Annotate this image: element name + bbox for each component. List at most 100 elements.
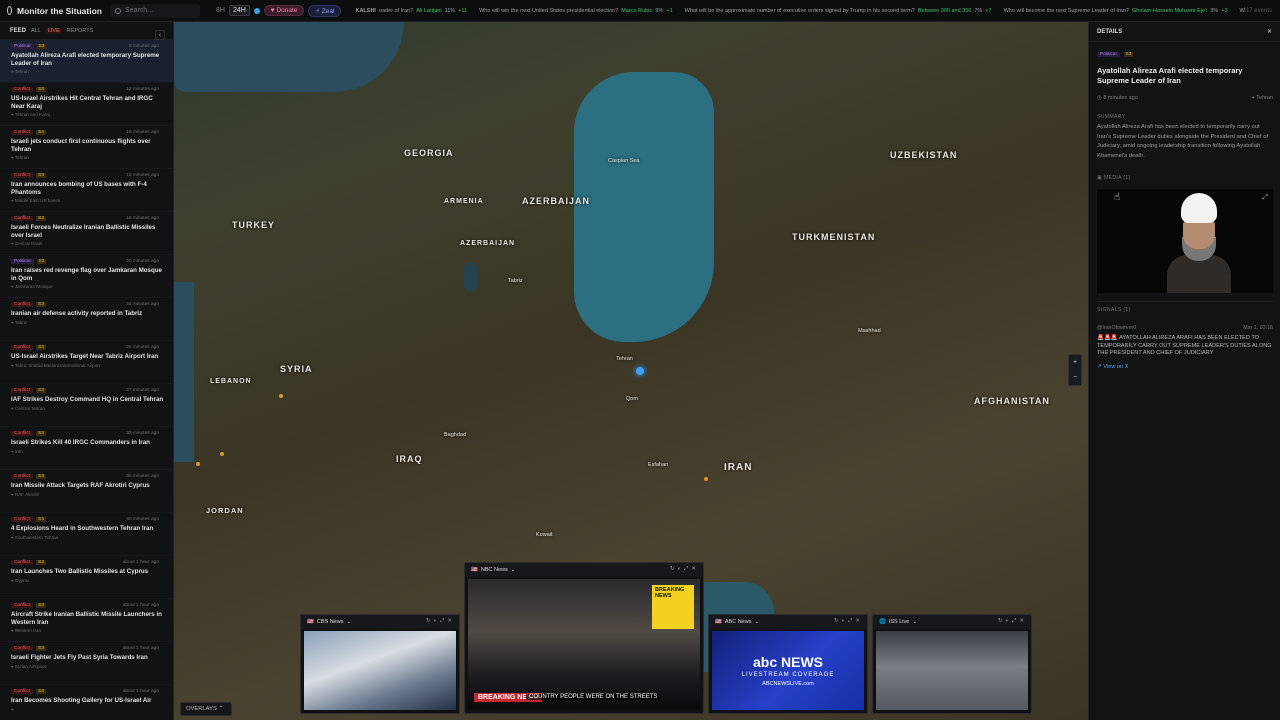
feed-item[interactable]: Political S3 8 minutes ago Ayatollah Alirez… xyxy=(0,40,173,83)
feed-item-location: ⌖ Tabriz xyxy=(11,319,28,325)
label-caspian: Caspian Sea xyxy=(608,158,640,164)
feed-item[interactable]: Conflict S4 40 minutes ago 4 Explosions Hea… xyxy=(0,513,173,556)
ticker-item[interactable]: What will be the approximate number of e… xyxy=(685,8,992,14)
prediction-ticker[interactable]: KALSHI eader of Iran? Ali Larijani 11% +11 Wh… xyxy=(355,8,1245,14)
feed-item-time: about 1 hour ago xyxy=(122,689,159,694)
category-badge: Conflict xyxy=(11,646,33,651)
zoom-out-button[interactable]: − xyxy=(1069,370,1081,385)
ticker-item[interactable]: KALSHI eader of Iran? Ali Larijani 11% +11 xyxy=(355,8,467,14)
view-on-x-link[interactable]: ↗ View on X xyxy=(1097,364,1128,370)
event-marker[interactable] xyxy=(220,452,224,456)
feed-item[interactable]: Conflict S4 about 1 hour ago Iran Becomes S… xyxy=(0,685,173,720)
feed-item-title: IAF Strikes Destroy Command HQ in Centra… xyxy=(11,396,164,403)
feed-item[interactable]: Conflict S3 12 minutes ago US-Israel Airstr… xyxy=(0,83,173,126)
tab-all[interactable]: ALL xyxy=(31,28,41,34)
stream-controls[interactable]: ↻◐⤢✕ xyxy=(834,618,863,625)
stream-nbc[interactable]: 🇺🇸 NBC News ⌄ ↻◐⤢✕ BREAKING NEWS BREAKIN… xyxy=(464,562,704,714)
category-badge: Political xyxy=(1097,52,1120,57)
feed-item-location: ⌖ Middle East US bases xyxy=(11,198,61,203)
feed-item[interactable]: Conflict S3 26 minutes ago US-Israel Airstr… xyxy=(0,341,173,384)
overlays-label: OVERLAYS xyxy=(186,706,217,712)
map-view[interactable]: GEORGIA ARMENIA AZERBAIJAN AZERBAIJAN TU… xyxy=(174,22,1088,720)
overlays-button[interactable]: OVERLAYS ⌃ xyxy=(180,702,232,716)
stream-video[interactable]: BREAKING NEWS BREAKING NEWS COUNTRY PEOP… xyxy=(468,579,700,710)
brand[interactable]: Monitor the Situation xyxy=(0,6,102,16)
event-marker-tehran[interactable] xyxy=(636,367,644,375)
ticker-candidate: Between 300 and 350 xyxy=(917,7,972,14)
signal-handle[interactable]: @IranObserver0 xyxy=(1097,325,1136,331)
signals-label: SIGNALS (1) xyxy=(1097,307,1131,313)
ticker-candidate: Ali Larijani xyxy=(416,7,442,14)
stream-controls[interactable]: ↻◐⤢✕ xyxy=(426,618,455,625)
label-iran: IRAN xyxy=(724,462,753,473)
stream-abc[interactable]: 🇺🇸 ABC News ⌄ ↻◐⤢✕ abc NEWS LIVESTREAM C… xyxy=(708,614,868,714)
stream-iss[interactable]: 🌐 ISS Live ⌄ ↻◐⤢✕ xyxy=(872,614,1032,714)
expand-icon[interactable]: ⤢ xyxy=(1262,194,1268,202)
stream-cbs[interactable]: 🇺🇸 CBS News ⌄ ↻◐⤢✕ xyxy=(300,614,460,714)
feed-item[interactable]: Conflict S3 36 minutes ago Iran Missile Att… xyxy=(0,470,173,513)
label-afghanistan: AFGHANISTAN xyxy=(974,396,1050,406)
feed-item-title: Iranian air defense activity reported in… xyxy=(11,310,143,317)
ticker-item[interactable]: Who will win the next United States pres… xyxy=(479,8,673,14)
stream-video[interactable] xyxy=(876,631,1028,710)
media-image[interactable]: ⤢ xyxy=(1097,189,1273,293)
media-section-toggle[interactable]: ▣ MEDIA (1) xyxy=(1097,175,1131,181)
event-marker[interactable] xyxy=(279,394,283,398)
feed-item[interactable]: Conflict S3 16 minutes ago Israeli Forces N… xyxy=(0,212,173,255)
feed-item-time: 20 minutes ago xyxy=(126,259,159,264)
feed-item-time: 15 minutes ago xyxy=(126,173,159,178)
ticker-question: eader of Iran? xyxy=(378,7,414,14)
feed-item[interactable]: Conflict S3 33 minutes ago Israeli Strikes … xyxy=(0,427,173,470)
donate-button[interactable]: ♥ Donate xyxy=(263,5,305,16)
label-tehran: Tehran xyxy=(616,356,633,362)
ticker-item[interactable]: Who will become the next Supreme Leader … xyxy=(1004,8,1228,14)
severity-badge: S3 xyxy=(36,646,46,651)
feed-item-title: Iran raises red revenge flag over Jamkar… xyxy=(11,267,162,282)
details-tags: Political S3 xyxy=(1097,52,1134,57)
zeal-button[interactable]: ⚡ Zeal xyxy=(308,4,342,17)
severity-badge: S3 xyxy=(1123,52,1134,57)
feed-item[interactable]: Conflict S3 24 minutes ago Iranian air defe… xyxy=(0,298,173,341)
feed-item[interactable]: Conflict S4 15 minutes ago Israeli jets con… xyxy=(0,126,173,169)
tab-reports[interactable]: REPORTS xyxy=(67,28,94,34)
event-marker[interactable] xyxy=(196,462,200,466)
feed-item-title: Ayatollah Alireza Arafi elected temporar… xyxy=(11,52,160,67)
feed-item[interactable]: Conflict S3 about 1 hour ago Aircraft Strik… xyxy=(0,599,173,642)
feed-item[interactable]: Conflict S3 about 1 hour ago Iran Launches … xyxy=(0,556,173,599)
feed-item-time: 16 minutes ago xyxy=(126,216,159,221)
stream-video[interactable] xyxy=(304,631,456,710)
abc-line2: ABCNEWSLIVE.com xyxy=(762,681,814,687)
zoom-in-button[interactable]: + xyxy=(1069,355,1081,370)
donate-label: Donate xyxy=(276,7,298,14)
summary-text: Ayatollah Alireza Arafi has been elected… xyxy=(1097,124,1268,159)
feed-item[interactable]: Political S3 20 minutes ago Iran raises red… xyxy=(0,255,173,298)
feed-item[interactable]: Conflict S3 15 minutes ago Iran announces b… xyxy=(0,169,173,212)
feed-item-location-text: Cyprus xyxy=(14,577,30,583)
search-input[interactable]: Search... xyxy=(110,3,200,18)
range-24h[interactable]: 24H xyxy=(228,5,250,16)
feed-item[interactable]: Conflict S3 27 minutes ago IAF Strikes Dest… xyxy=(0,384,173,427)
close-icon[interactable]: ✕ xyxy=(1267,28,1272,35)
black-sea xyxy=(174,22,404,92)
news-caption: COUNTRY PEOPLE WERE ON THE STREETS xyxy=(526,694,661,700)
feed-item-time: about 1 hour ago xyxy=(122,603,159,608)
stream-title: ABC News xyxy=(724,619,752,625)
collapse-feed-icon[interactable]: ‹ xyxy=(155,30,165,40)
zoom-controls: + − xyxy=(1068,354,1082,386)
stream-controls[interactable]: ↻◐⤢✕ xyxy=(998,618,1027,625)
details-location[interactable]: ⌖ Tehran xyxy=(1252,95,1273,102)
feed-item-time: 24 minutes ago xyxy=(126,302,159,307)
feed-item-location: ⌖ Central Israel xyxy=(11,241,43,246)
tab-live[interactable]: LIVE xyxy=(45,27,62,34)
stream-controls[interactable]: ↻◐⤢✕ xyxy=(670,566,699,573)
feed-item-time: 15 minutes ago xyxy=(126,130,159,135)
feed-header: FEED ALL LIVE REPORTS xyxy=(0,22,173,40)
stream-video[interactable]: abc NEWS LIVESTREAM COVERAGE ABCNEWSLIVE… xyxy=(712,631,864,710)
range-8h[interactable]: 8H xyxy=(216,7,225,14)
details-time-text: 8 minutes ago xyxy=(1103,95,1138,101)
feed-item[interactable]: Conflict S3 about 1 hour ago Israeli Fighte… xyxy=(0,642,173,685)
feed-item-location: ⌖ xyxy=(11,706,14,712)
signal-header: @IranObserver0 Mar 1, 03:16 xyxy=(1097,325,1273,331)
feed-item-time: 36 minutes ago xyxy=(126,474,159,479)
event-marker[interactable] xyxy=(704,477,708,481)
